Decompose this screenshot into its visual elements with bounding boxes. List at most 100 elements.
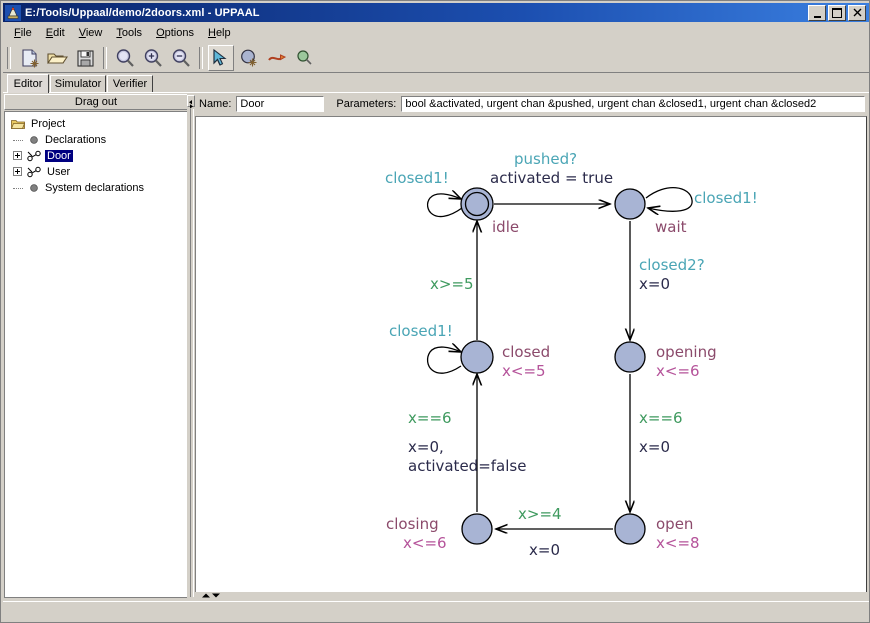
window-controls [808, 4, 869, 21]
location-name-idle: idle [492, 218, 519, 236]
location-name-open: open [656, 515, 693, 533]
location-name-opening: opening [656, 343, 717, 361]
tree-guide-line [13, 140, 23, 142]
edge-label-closed-selfloop-sync: closed1! [389, 322, 453, 340]
name-parameters-bar: Name: Door Parameters: bool &activated, … [195, 94, 867, 114]
bullet-icon [29, 135, 39, 145]
tab-verifier[interactable]: Verifier [107, 75, 153, 92]
location-name-closed: closed [502, 343, 550, 361]
menu-tools[interactable]: Tools [109, 25, 149, 41]
edge-closed-selfloop[interactable] [426, 347, 461, 374]
bullet-icon [29, 183, 39, 193]
tree-guide-line [13, 188, 23, 190]
tree-item-door[interactable]: Door [5, 148, 187, 164]
edge-label-idle-to-wait-update: activated = true [490, 169, 613, 187]
tree-label-project: Project [31, 118, 66, 130]
toolbar-separator-2 [103, 46, 107, 69]
edge-wait-selfloop[interactable] [645, 186, 693, 212]
zoom-fit-icon[interactable] [112, 45, 138, 71]
name-input[interactable]: Door [236, 96, 325, 112]
select-pointer-icon[interactable] [208, 44, 234, 71]
expand-door-icon[interactable] [13, 151, 22, 160]
add-location-icon[interactable] [236, 45, 262, 71]
new-document-icon[interactable] [16, 45, 42, 71]
title-bar: E:/Tools/Uppaal/demo/2doors.xml - UPPAAL [3, 3, 869, 22]
tree-label-user: User [47, 166, 71, 178]
location-invariant-opening: x<=6 [656, 362, 700, 380]
tab-simulator[interactable]: Simulator [50, 75, 106, 92]
edge-label-opening-to-open-guard: x==6 [639, 409, 683, 427]
location-name-closing: closing [386, 515, 439, 533]
automaton-drawing[interactable]: idle wait closed x<=5 opening x<=6 closi… [196, 117, 866, 593]
expand-user-icon[interactable] [13, 167, 22, 176]
canvas-scroll-arrows[interactable] [198, 592, 224, 599]
template-editor-panel: Name: Door Parameters: bool &activated, … [195, 94, 867, 599]
drag-out-handle[interactable]: Drag out [4, 94, 188, 110]
edge-label-open-to-closing-update: x=0 [529, 541, 560, 559]
parameters-label: Parameters: [336, 98, 397, 110]
edge-label-wait-selfloop-sync: closed1! [694, 189, 758, 207]
edge-label-closing-to-closed-update-2: activated=false [408, 457, 526, 475]
minimize-button[interactable] [808, 4, 826, 21]
edge-label-closing-to-closed-update-1: x=0, [408, 438, 444, 456]
tree-item-user[interactable]: User [5, 164, 187, 180]
splitter-collapse-arrows[interactable] [187, 95, 195, 109]
edge-label-closed-to-idle-guard: x>=5 [430, 275, 474, 293]
toolbar-separator-3 [199, 46, 203, 69]
location-invariant-closed: x<=5 [502, 362, 546, 380]
tree-label-declarations: Declarations [45, 134, 107, 146]
window-title: E:/Tools/Uppaal/demo/2doors.xml - UPPAAL [25, 6, 260, 19]
edge-label-wait-to-opening-sync: closed2? [639, 256, 705, 274]
menu-edit[interactable]: Edit [39, 25, 72, 41]
tree-label-door: Door [45, 150, 73, 162]
menu-file[interactable]: File [7, 25, 39, 41]
name-label: Name: [199, 98, 232, 110]
canvas-scroll-strip [195, 592, 867, 599]
location-open[interactable] [614, 513, 646, 545]
tab-underline [3, 92, 869, 93]
template-icon [27, 150, 41, 162]
location-wait[interactable] [614, 188, 646, 220]
location-closing[interactable] [461, 513, 493, 545]
zoom-in-icon[interactable] [140, 45, 166, 71]
edge-label-idle-selfloop-sync: closed1! [385, 169, 449, 187]
tab-editor[interactable]: Editor [7, 74, 49, 93]
location-idle[interactable] [460, 187, 494, 221]
tab-bar: Editor Simulator Verifier [3, 74, 869, 93]
location-invariant-closing: x<=6 [403, 534, 447, 552]
parameters-input[interactable]: bool &activated, urgent chan &pushed, ur… [401, 96, 865, 112]
edge-label-wait-to-opening-update: x=0 [639, 275, 670, 293]
tree-item-declarations[interactable]: Declarations [5, 132, 187, 148]
status-bar [3, 601, 869, 621]
menu-help[interactable]: Help [201, 25, 238, 41]
location-opening[interactable] [614, 341, 646, 373]
toolbar-separator [7, 46, 11, 69]
location-name-wait: wait [655, 218, 687, 236]
location-invariant-open: x<=8 [656, 534, 700, 552]
folder-icon [11, 118, 25, 130]
save-floppy-icon[interactable] [72, 45, 98, 71]
maximize-button[interactable] [828, 4, 846, 21]
edge-label-closing-to-closed-guard: x==6 [408, 409, 452, 427]
edge-label-idle-to-wait-sync: pushed? [514, 150, 577, 168]
edge-idle-selfloop[interactable] [426, 194, 462, 218]
menu-options[interactable]: Options [149, 25, 201, 41]
tree-item-system-declarations[interactable]: System declarations [5, 180, 187, 196]
location-closed[interactable] [460, 340, 494, 374]
add-edge-icon[interactable] [264, 45, 290, 71]
uppaal-window: E:/Tools/Uppaal/demo/2doors.xml - UPPAAL… [0, 0, 870, 623]
open-folder-icon[interactable] [44, 45, 70, 71]
edge-label-open-to-closing-guard: x>=4 [518, 505, 562, 523]
close-button[interactable] [848, 4, 866, 21]
menu-view[interactable]: View [72, 25, 110, 41]
tree-item-project[interactable]: Project [5, 116, 187, 132]
toolbar [3, 43, 869, 73]
project-tree[interactable]: Project Declarations Door User System de… [4, 111, 188, 598]
uppaal-app-icon [5, 4, 21, 21]
add-nail-icon[interactable] [292, 45, 318, 71]
automaton-canvas[interactable]: idle wait closed x<=5 opening x<=6 closi… [195, 116, 867, 594]
project-panel: Drag out Project Declarations Door User … [4, 94, 188, 599]
tree-label-system-declarations: System declarations [45, 182, 145, 194]
zoom-out-icon[interactable] [168, 45, 194, 71]
menu-bar: File Edit View Tools Options Help [3, 24, 869, 42]
